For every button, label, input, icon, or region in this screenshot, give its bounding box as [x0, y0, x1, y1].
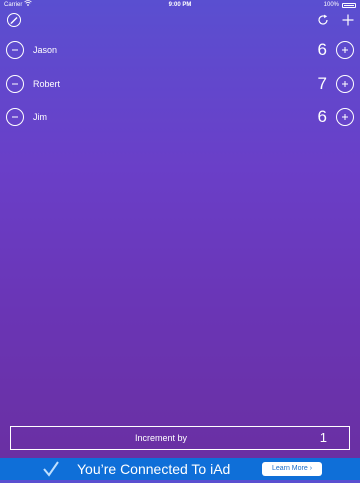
- refresh-icon: [316, 13, 330, 32]
- settings-button[interactable]: [4, 12, 24, 32]
- plus-icon: [342, 114, 348, 120]
- decrement-button[interactable]: [6, 41, 24, 59]
- ad-text: You’re Connected To iAd: [77, 461, 231, 477]
- player-name[interactable]: Jim: [33, 108, 47, 126]
- ad-banner[interactable]: You’re Connected To iAd Learn More ›: [0, 458, 360, 480]
- player-score: 6: [317, 40, 327, 59]
- battery-icon: [342, 2, 356, 8]
- increment-control[interactable]: Increment by 1: [10, 426, 350, 450]
- player-row: Robert 7: [0, 74, 360, 103]
- minus-icon: [12, 49, 18, 51]
- player-score: 6: [317, 107, 327, 126]
- decrement-button[interactable]: [6, 108, 24, 126]
- player-score: 7: [317, 74, 327, 93]
- minus-icon: [12, 116, 18, 118]
- pencil-circle-icon: [6, 12, 22, 33]
- plus-icon: [342, 81, 348, 87]
- decrement-button[interactable]: [6, 75, 24, 93]
- increment-value[interactable]: 1: [320, 427, 327, 449]
- reset-scores-button[interactable]: [313, 12, 333, 32]
- increment-button[interactable]: [336, 41, 354, 59]
- player-row: Jason 6: [0, 40, 360, 69]
- player-name[interactable]: Robert: [33, 75, 60, 93]
- status-bar: Carrier 9:00 PM 100%: [0, 0, 360, 10]
- player-name[interactable]: Jason: [33, 41, 57, 59]
- toolbar: [0, 12, 360, 32]
- plus-icon: [341, 13, 355, 32]
- plus-icon: [342, 47, 348, 53]
- status-right: 100%: [324, 0, 356, 10]
- minus-icon: [12, 83, 18, 85]
- battery-percent: 100%: [323, 2, 339, 8]
- increment-label: Increment by: [134, 433, 188, 443]
- checkmark-icon: [42, 460, 60, 478]
- status-time: 9:00 PM: [168, 2, 192, 8]
- player-row: Jim 6: [0, 107, 360, 136]
- add-player-button[interactable]: [338, 12, 358, 32]
- learn-more-button[interactable]: Learn More ›: [262, 462, 322, 476]
- increment-button[interactable]: [336, 108, 354, 126]
- increment-button[interactable]: [336, 75, 354, 93]
